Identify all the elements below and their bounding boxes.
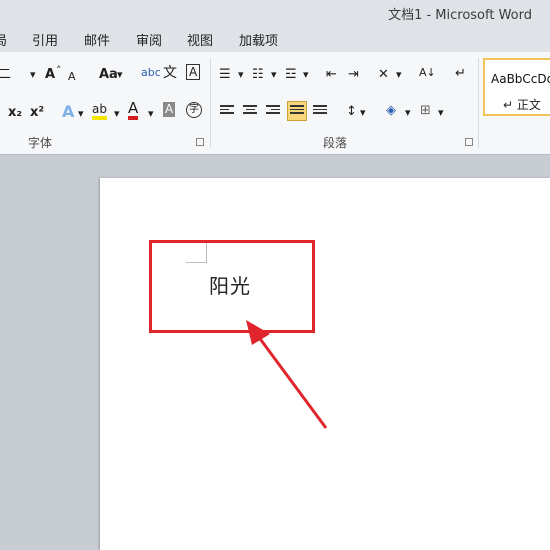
annotation-arrow-icon [246, 320, 328, 429]
